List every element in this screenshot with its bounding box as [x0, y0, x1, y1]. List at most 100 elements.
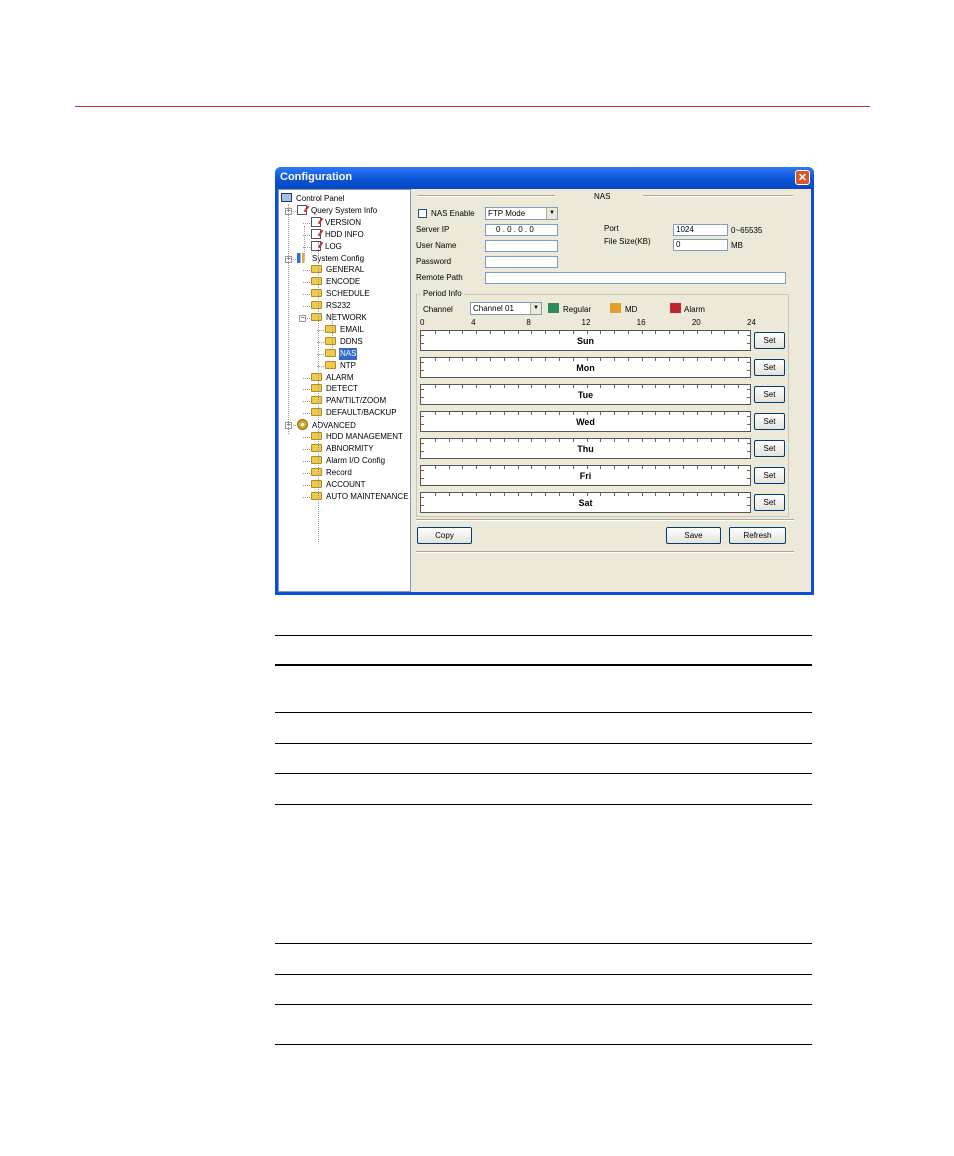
collapse-toggle[interactable]: − [299, 315, 306, 322]
tree-item-default-backup[interactable]: DEFAULT/BACKUP [311, 407, 398, 419]
set-button-tue[interactable]: Set [754, 386, 785, 403]
bottom-divider [416, 519, 794, 521]
hour-tick [545, 385, 547, 388]
day-row-wed[interactable]: Wed [420, 411, 751, 432]
hour-tick [724, 493, 726, 496]
tree-item-label: HDD INFO [325, 229, 364, 239]
section-divider-right [643, 195, 793, 197]
server-ip-input[interactable]: 0 . 0 . 0 . 0 [485, 224, 558, 236]
tree-item-general[interactable]: GENERAL [311, 264, 365, 276]
tree-item-label: SCHEDULE [326, 289, 370, 299]
tree-connector [303, 460, 310, 462]
tree-connector [303, 377, 310, 379]
folder-icon [311, 265, 322, 274]
day-row-tue[interactable]: Tue [420, 384, 751, 405]
hour-tick [586, 493, 588, 496]
tree-item-auto-maintenance[interactable]: AUTO MAINTENANCE [311, 491, 410, 503]
tree-item-network[interactable]: NETWORK [311, 312, 368, 324]
navigation-tree: Control Panel Query System Info − VERSION HD… [278, 189, 411, 592]
tree-item-label: Query System Info [311, 205, 378, 215]
hour-tick [614, 439, 616, 442]
remote-path-label: Remote Path [416, 273, 463, 282]
day-row-thu[interactable]: Thu [420, 438, 751, 459]
folder-icon [311, 396, 322, 405]
hour-tick [627, 412, 629, 415]
hour-tick-label: 0 [420, 318, 425, 327]
hour-tick [503, 385, 505, 388]
tree-item-pan-tilt-zoom[interactable]: PAN/TILT/ZOOM [311, 395, 387, 407]
tree-item-advanced[interactable]: ADVANCED [297, 419, 357, 431]
hour-tick [476, 358, 478, 361]
tree-item-system-config[interactable]: System Config [297, 252, 365, 265]
filesize-input[interactable]: 0 [673, 239, 728, 251]
tree-guide [318, 242, 319, 542]
copy-button[interactable]: Copy [417, 527, 472, 544]
period-info-label: Period Info [421, 289, 464, 298]
hour-tick [545, 439, 547, 442]
channel-label: Channel [423, 305, 453, 314]
hour-tick [448, 358, 450, 361]
username-input[interactable] [485, 240, 558, 252]
tree-item-nas[interactable]: NAS [325, 347, 358, 360]
hour-tick [489, 358, 491, 361]
nas-enable-label: NAS Enable [431, 209, 475, 218]
hour-tick [683, 439, 685, 442]
hour-tick [614, 385, 616, 388]
day-label: Sat [578, 498, 593, 508]
folder-icon [311, 408, 322, 417]
legend-regular-label: Regular [563, 305, 592, 314]
tree-item-ntp[interactable]: NTP [325, 360, 357, 372]
set-button-thu[interactable]: Set [754, 440, 785, 457]
tree-item-control-panel[interactable]: Control Panel [281, 193, 345, 205]
day-row-sun[interactable]: Sun [420, 330, 751, 351]
tree-item-hdd-management[interactable]: HDD MANAGEMENT [311, 431, 404, 443]
title-bar[interactable]: Configuration ✕ [275, 167, 814, 189]
tree-connector [303, 448, 310, 450]
hour-tick [448, 385, 450, 388]
tree-item-log[interactable]: LOG [311, 240, 343, 253]
table-rule [275, 743, 812, 744]
hour-tick [476, 331, 478, 334]
tree-item-label: RS232 [326, 301, 351, 311]
set-button-fri[interactable]: Set [754, 467, 785, 484]
tree-item-alarm-i-o-config[interactable]: Alarm I/O Config [311, 455, 386, 467]
tree-item-ddns[interactable]: DDNS [325, 336, 364, 348]
hour-tick [641, 358, 643, 361]
port-input[interactable]: 1024 [673, 224, 728, 236]
hour-tick [683, 412, 685, 415]
table-rule [275, 1004, 812, 1005]
tree-item-account[interactable]: ACCOUNT [311, 479, 367, 491]
tree-item-query-system-info[interactable]: Query System Info [297, 204, 378, 217]
hour-tick [517, 331, 519, 334]
hour-tick [724, 439, 726, 442]
tree-item-label: NAS [339, 347, 358, 360]
mode-select[interactable]: FTP Mode ▼ [485, 207, 558, 220]
nas-enable-checkbox[interactable] [418, 209, 427, 218]
hour-tick [669, 412, 671, 415]
tree-item-email[interactable]: EMAIL [325, 324, 365, 336]
hour-tick [669, 358, 671, 361]
hour-tick [434, 439, 436, 442]
day-row-mon[interactable]: Mon [420, 357, 751, 378]
refresh-button[interactable]: Refresh [729, 527, 786, 544]
folder-icon [325, 336, 336, 345]
set-button-sun[interactable]: Set [754, 332, 785, 349]
hour-tick [545, 493, 547, 496]
remote-path-input[interactable] [485, 272, 786, 284]
day-row-sat[interactable]: Sat [420, 492, 751, 513]
tree-item-schedule[interactable]: SCHEDULE [311, 288, 371, 300]
hour-tick [710, 331, 712, 334]
set-button-sat[interactable]: Set [754, 494, 785, 511]
tree-item-abnormity[interactable]: ABNORMITY [311, 443, 375, 455]
hour-tick [738, 385, 740, 388]
hour-tick [738, 412, 740, 415]
tree-item-label: ABNORMITY [326, 443, 374, 453]
close-button[interactable]: ✕ [795, 170, 810, 185]
table-rule [275, 943, 812, 944]
set-button-mon[interactable]: Set [754, 359, 785, 376]
day-row-fri[interactable]: Fri [420, 465, 751, 486]
channel-select[interactable]: Channel 01 ▼ [470, 302, 542, 315]
password-input[interactable] [485, 256, 558, 268]
set-button-wed[interactable]: Set [754, 413, 785, 430]
save-button[interactable]: Save [666, 527, 721, 544]
